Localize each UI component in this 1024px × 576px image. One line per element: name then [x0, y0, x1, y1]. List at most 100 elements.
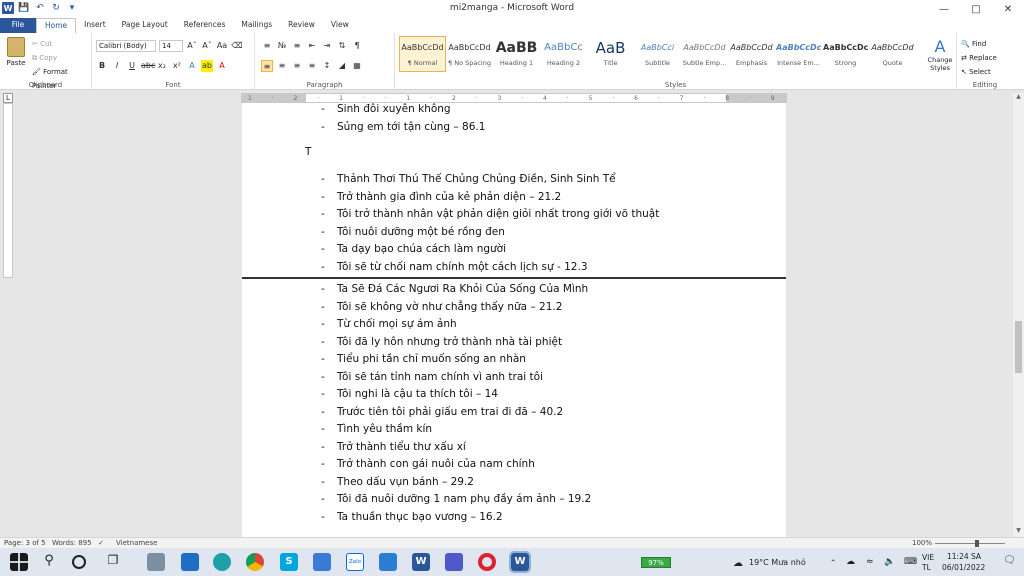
- zoom-level[interactable]: 100%: [912, 539, 932, 547]
- weather-icon[interactable]: ☁: [733, 558, 743, 569]
- word-active-taskbar-icon[interactable]: W: [509, 551, 531, 573]
- change-case-icon[interactable]: Aa: [216, 40, 228, 52]
- bullets-icon[interactable]: ≡: [261, 40, 273, 52]
- search-icon[interactable]: ⚲: [40, 553, 58, 571]
- proofing-icon[interactable]: ✓: [98, 539, 104, 547]
- zoom-slider[interactable]: [935, 543, 1005, 544]
- list-item[interactable]: - Trước tiên tôi phải giấu em trai đi đã …: [321, 406, 563, 418]
- tab-selector[interactable]: L: [3, 93, 13, 103]
- multilevel-list-icon[interactable]: ≡: [291, 40, 303, 52]
- battery-indicator[interactable]: 97%: [641, 557, 671, 568]
- messenger-icon[interactable]: [313, 553, 331, 571]
- italic-icon[interactable]: I: [111, 60, 123, 72]
- align-center-icon[interactable]: ≡: [276, 60, 288, 72]
- clear-format-icon[interactable]: ⌫: [231, 40, 243, 52]
- input-method[interactable]: TL: [922, 563, 931, 572]
- vertical-scrollbar[interactable]: ▲ ▼: [1013, 93, 1024, 537]
- align-right-icon[interactable]: ≡: [291, 60, 303, 72]
- sort-icon[interactable]: ⇅: [336, 40, 348, 52]
- list-item[interactable]: - Trở thành tiểu thư xấu xí: [321, 441, 466, 453]
- list-item[interactable]: - Từ chối mọi sự ám ảnh: [321, 318, 457, 330]
- list-item[interactable]: - Sinh đôi xuyên không: [321, 103, 451, 115]
- cut-button[interactable]: ✂ Cut: [32, 37, 91, 51]
- weather-text[interactable]: 19°C Mưa nhỏ: [749, 558, 806, 567]
- align-left-icon[interactable]: ≡: [261, 60, 273, 72]
- horizontal-ruler[interactable]: 1 · 2 · 1 · · 1 · 2 · 3 · 4 · 5 · 6 · 7 …: [241, 93, 787, 103]
- borders-icon[interactable]: ▦: [351, 60, 363, 72]
- grow-font-icon[interactable]: Aˆ: [186, 40, 198, 52]
- change-styles-button[interactable]: A Change Styles: [926, 37, 954, 72]
- close-icon[interactable]: ✕: [992, 0, 1024, 18]
- style-title[interactable]: AaB Title: [587, 36, 634, 72]
- cortana-icon[interactable]: [72, 555, 86, 569]
- mail-icon[interactable]: [181, 553, 199, 571]
- input-language[interactable]: VIE: [922, 553, 934, 562]
- restore-icon[interactable]: □: [960, 0, 992, 18]
- scroll-up-icon[interactable]: ▲: [1013, 93, 1024, 103]
- style-no-spacing[interactable]: AaBbCcDd ¶ No Spacing: [446, 36, 493, 72]
- list-item[interactable]: - Tiểu phi tần chỉ muốn sống an nhàn: [321, 353, 526, 365]
- photos-icon[interactable]: [379, 553, 397, 571]
- show-formatting-icon[interactable]: ¶: [351, 40, 363, 52]
- tab-file[interactable]: File: [0, 18, 36, 33]
- tab-insert[interactable]: Insert: [76, 18, 114, 33]
- style-normal[interactable]: AaBbCcDd ¶ Normal: [399, 36, 446, 72]
- style-emphasis[interactable]: AaBbCcDd Emphasis: [728, 36, 775, 72]
- cloud-icon[interactable]: ☁: [846, 557, 855, 567]
- zoom-slider-thumb[interactable]: [975, 540, 979, 547]
- wifi-icon[interactable]: ≈: [866, 557, 874, 567]
- list-item[interactable]: - Ta Sẽ Đá Các Ngươi Ra Khỏi Của Sống Của…: [321, 283, 588, 295]
- tray-chevron-icon[interactable]: ⌃: [830, 558, 836, 567]
- text-effects-icon[interactable]: A: [186, 60, 198, 72]
- style-strong[interactable]: AaBbCcDc Strong: [822, 36, 869, 72]
- select-button[interactable]: ↖ Select: [961, 65, 997, 79]
- list-item[interactable]: - Tôi nghi là cậu ta thích tôi – 14: [321, 388, 498, 400]
- minimize-icon[interactable]: —: [928, 0, 960, 18]
- scroll-thumb[interactable]: [1015, 321, 1022, 373]
- clock-time[interactable]: 11:24 SA: [947, 552, 981, 561]
- paste-button[interactable]: Paste: [5, 37, 27, 67]
- list-item[interactable]: - Tình yêu thầm kín: [321, 423, 432, 435]
- font-size-select[interactable]: 14: [159, 40, 183, 52]
- list-item[interactable]: - Ta dạy bạo chúa cách làm người: [321, 243, 506, 255]
- list-item[interactable]: - Tôi trở thành nhân vật phản diện giỏi n…: [321, 208, 659, 220]
- zalo-icon[interactable]: Zalo: [346, 553, 364, 571]
- tab-review[interactable]: Review: [280, 18, 323, 33]
- find-button[interactable]: 🔍 Find: [961, 37, 997, 51]
- copy-button[interactable]: ⧉ Copy: [32, 51, 91, 65]
- strikethrough-icon[interactable]: abc: [141, 60, 155, 72]
- decrease-indent-icon[interactable]: ⇤: [306, 40, 318, 52]
- notifications-icon[interactable]: 🗨: [1003, 555, 1016, 566]
- numbering-icon[interactable]: №: [276, 40, 288, 52]
- list-item[interactable]: - Tôi đã nuôi dưỡng 1 nam phụ đầy ám ảnh …: [321, 493, 591, 505]
- style-subtitle[interactable]: AaBbCci Subtitle: [634, 36, 681, 72]
- list-item[interactable]: - Theo dấu vụn bánh – 29.2: [321, 476, 474, 488]
- font-name-select[interactable]: Calibri (Body): [96, 40, 156, 52]
- opera-icon[interactable]: [478, 553, 496, 571]
- style-subtle-emphasis[interactable]: AaBbCcDd Subtle Emp...: [681, 36, 728, 72]
- file-explorer-taskbar-icon[interactable]: [147, 553, 165, 571]
- start-icon[interactable]: [10, 553, 28, 571]
- word-count[interactable]: Words: 895: [52, 539, 92, 547]
- skype-icon[interactable]: S: [280, 553, 298, 571]
- list-item[interactable]: - Tôi sẽ từ chối nam chính một cách lịch …: [321, 261, 588, 273]
- scroll-down-icon[interactable]: ▼: [1013, 527, 1024, 537]
- tab-page-layout[interactable]: Page Layout: [114, 18, 176, 33]
- language[interactable]: Vietnamese: [116, 539, 157, 547]
- edge-icon[interactable]: [213, 553, 231, 571]
- section-heading[interactable]: T: [305, 146, 311, 158]
- shading-icon[interactable]: ◢: [336, 60, 348, 72]
- list-item[interactable]: - Trở thành gia đình của kẻ phản diện – 2…: [321, 191, 561, 203]
- replace-button[interactable]: ⇄ Replace: [961, 51, 997, 65]
- tab-home[interactable]: Home: [36, 18, 77, 33]
- shrink-font-icon[interactable]: Aˇ: [201, 40, 213, 52]
- list-item[interactable]: - Tôi sẽ không vờ như chẳng thấy nữa – 21…: [321, 301, 562, 313]
- highlight-icon[interactable]: ab: [201, 60, 213, 72]
- increase-indent-icon[interactable]: ⇥: [321, 40, 333, 52]
- keyboard-icon[interactable]: ⌨: [904, 557, 917, 567]
- list-item[interactable]: - Tôi sẽ tán tỉnh nam chính vì anh trai t…: [321, 371, 543, 383]
- tab-mailings[interactable]: Mailings: [233, 18, 280, 33]
- teams-icon[interactable]: [445, 553, 463, 571]
- clock-date[interactable]: 06/01/2022: [942, 563, 985, 572]
- bold-icon[interactable]: B: [96, 60, 108, 72]
